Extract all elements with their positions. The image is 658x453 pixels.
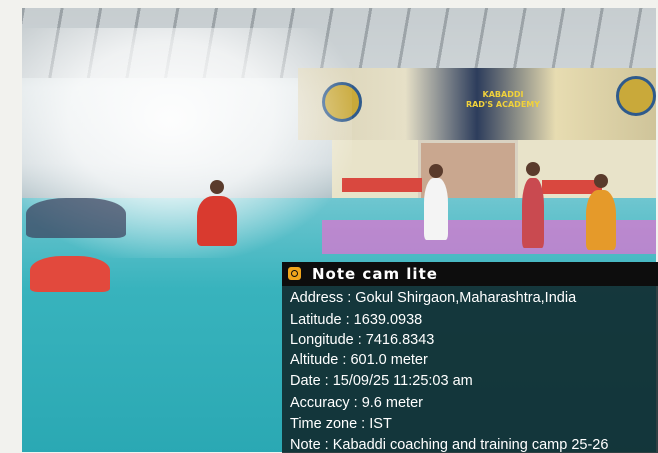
player-raider — [197, 196, 237, 246]
altitude-line: Altitude : 601.0 meter — [290, 352, 428, 368]
referee-head — [429, 164, 443, 178]
banner-line-1: KABADDI — [482, 90, 524, 99]
player-crouching — [30, 256, 110, 292]
accuracy-line: Accuracy : 9.6 meter — [290, 395, 423, 411]
timezone-line: Time zone : IST — [290, 416, 392, 432]
app-name: Note cam lite — [312, 265, 438, 283]
referee — [424, 178, 448, 240]
overlay-header: Note cam lite — [282, 262, 658, 286]
longitude-line: Longitude : 7416.8343 — [290, 332, 435, 348]
address-line: Address : Gokul Shirgaon,Maharashtra,Ind… — [290, 290, 577, 306]
player-head — [526, 162, 540, 176]
banner-logo-right — [616, 76, 656, 116]
note-cam-overlay: Note cam lite Address : Gokul Shirgaon,M… — [282, 262, 658, 453]
player-red-white — [522, 178, 544, 248]
player-head — [210, 180, 224, 194]
date-line: Date : 15/09/25 11:25:03 am — [290, 373, 473, 389]
banner-title: KABADDI RAD'S ACADEMY — [458, 90, 548, 110]
player-defender-left — [26, 198, 126, 238]
player-head — [594, 174, 608, 188]
player-orange — [586, 190, 616, 250]
camera-icon — [288, 267, 301, 280]
latitude-line: Latitude : 1639.0938 — [290, 312, 423, 328]
note-line: Note : Kabaddi coaching and training cam… — [290, 437, 609, 453]
red-barrier-left — [342, 178, 422, 192]
banner-line-2: RAD'S ACADEMY — [465, 100, 541, 109]
